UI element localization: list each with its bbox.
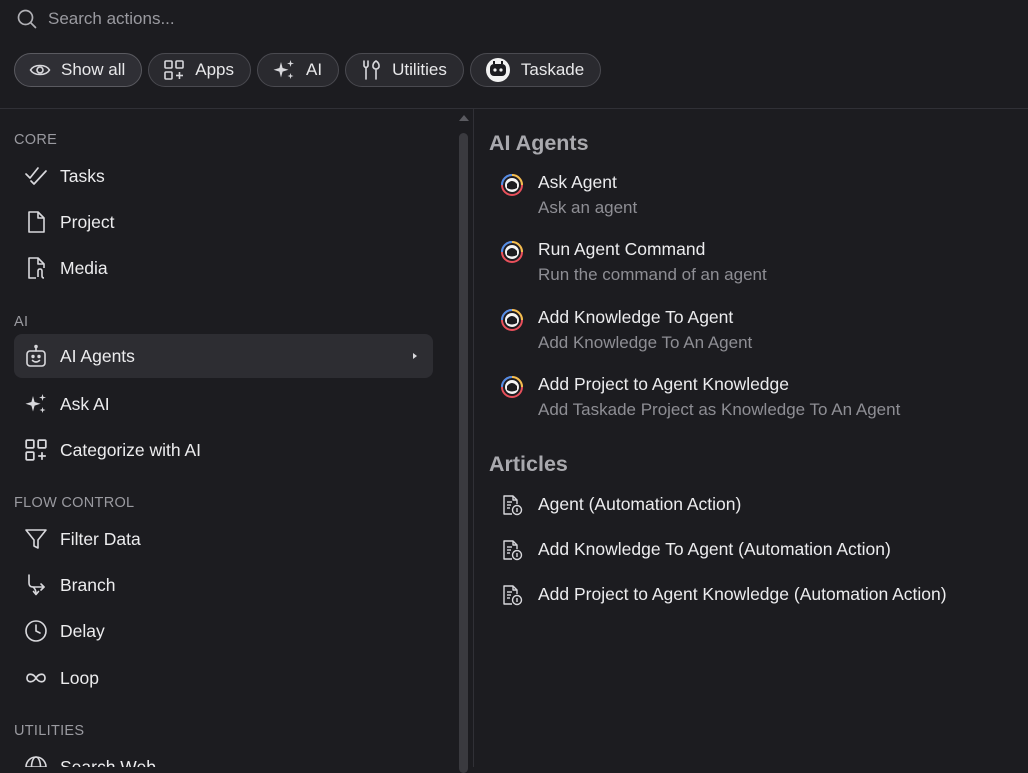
filter-chips: Show all Apps AI Utilities Taskade bbox=[14, 53, 602, 89]
section-utilities: UTILITIES bbox=[14, 723, 85, 739]
action-subtitle: Ask an agent bbox=[538, 198, 638, 217]
action-subtitle: Add Knowledge To An Agent bbox=[538, 333, 753, 352]
scroll-up-arrow-icon[interactable] bbox=[458, 113, 470, 123]
media-file-icon bbox=[24, 256, 48, 280]
sidebar-item-loop[interactable]: Loop bbox=[14, 656, 433, 700]
sidebar-item-filter-data[interactable]: Filter Data bbox=[14, 517, 433, 561]
section-ai: AI bbox=[14, 314, 29, 330]
sidebar-item-label: Categorize with AI bbox=[60, 439, 202, 460]
sidebar-item-label: Filter Data bbox=[60, 528, 141, 549]
action-title: Ask Agent bbox=[538, 172, 617, 192]
sidebar-item-media[interactable]: Media bbox=[14, 246, 433, 290]
category-sidebar: CORE Tasks Project Media AI AI Agents As… bbox=[0, 109, 458, 767]
sidebar-item-search-web[interactable]: Search Web bbox=[14, 745, 433, 767]
sidebar-item-ask-ai[interactable]: Ask AI bbox=[14, 382, 433, 426]
action-title: Run Agent Command bbox=[538, 239, 706, 259]
article-add-knowledge-automation-action[interactable]: Add Knowledge To Agent (Automation Actio… bbox=[489, 537, 1009, 567]
apps-grid-icon bbox=[24, 438, 48, 462]
agent-avatar-icon bbox=[501, 376, 523, 398]
robot-icon bbox=[24, 344, 48, 368]
article-title: Add Knowledge To Agent (Automation Actio… bbox=[538, 539, 891, 559]
article-agent-automation-action[interactable]: Agent (Automation Action) bbox=[489, 492, 1009, 522]
sidebar-item-tasks[interactable]: Tasks bbox=[14, 154, 433, 198]
sidebar-scrollbar[interactable] bbox=[457, 109, 471, 773]
chip-label: AI bbox=[306, 60, 323, 79]
tools-icon bbox=[360, 59, 382, 81]
chip-label: Utilities bbox=[392, 60, 447, 79]
section-flow-control: FLOW CONTROL bbox=[14, 495, 135, 511]
taskade-logo-icon bbox=[485, 57, 511, 83]
chip-show-all[interactable]: Show all bbox=[14, 53, 143, 87]
article-document-icon bbox=[501, 584, 523, 606]
action-ask-agent[interactable]: Ask Agent Ask an agent bbox=[489, 172, 1009, 222]
chip-taskade[interactable]: Taskade bbox=[469, 53, 602, 87]
clock-icon bbox=[24, 619, 48, 643]
search-icon bbox=[16, 8, 38, 30]
apps-grid-icon bbox=[163, 59, 185, 81]
section-core: CORE bbox=[14, 132, 58, 148]
sidebar-item-label: Tasks bbox=[60, 165, 105, 186]
action-subtitle: Add Taskade Project as Knowledge To An A… bbox=[538, 400, 901, 419]
action-run-agent-command[interactable]: Run Agent Command Run the command of an … bbox=[489, 239, 1009, 289]
action-add-knowledge-to-agent[interactable]: Add Knowledge To Agent Add Knowledge To … bbox=[489, 307, 1009, 357]
article-add-project-automation-action[interactable]: Add Project to Agent Knowledge (Automati… bbox=[489, 582, 1009, 612]
sidebar-item-label: Delay bbox=[60, 620, 105, 641]
search-bar bbox=[0, 0, 1028, 38]
sidebar-item-ai-agents[interactable]: AI Agents bbox=[14, 334, 433, 378]
sidebar-item-label: Media bbox=[60, 257, 108, 278]
sparkles-icon bbox=[24, 393, 48, 415]
action-title: Add Knowledge To Agent bbox=[538, 307, 734, 327]
group-title-ai-agents: AI Agents bbox=[489, 131, 589, 155]
sidebar-item-project[interactable]: Project bbox=[14, 200, 433, 244]
sidebar-item-categorize[interactable]: Categorize with AI bbox=[14, 428, 433, 472]
agent-avatar-icon bbox=[501, 309, 523, 331]
sidebar-item-label: Project bbox=[60, 211, 115, 232]
group-title-articles: Articles bbox=[489, 452, 568, 476]
search-input[interactable] bbox=[48, 6, 648, 32]
sidebar-item-branch[interactable]: Branch bbox=[14, 563, 433, 607]
article-document-icon bbox=[501, 539, 523, 561]
sidebar-item-delay[interactable]: Delay bbox=[14, 609, 433, 653]
chip-ai[interactable]: AI bbox=[257, 53, 340, 87]
sidebar-item-label: Ask AI bbox=[60, 393, 110, 414]
sidebar-item-label: Loop bbox=[60, 667, 99, 688]
globe-icon bbox=[24, 755, 48, 767]
action-subtitle: Run the command of an agent bbox=[538, 265, 767, 284]
action-title: Add Project to Agent Knowledge bbox=[538, 374, 790, 394]
article-title: Add Project to Agent Knowledge (Automati… bbox=[538, 584, 947, 604]
agent-avatar-icon bbox=[501, 241, 523, 263]
sidebar-item-label: AI Agents bbox=[60, 345, 135, 366]
sparkles-icon bbox=[272, 59, 296, 81]
chip-apps[interactable]: Apps bbox=[148, 53, 252, 87]
chip-label: Show all bbox=[61, 60, 126, 79]
actions-panel: AI Agents Ask Agent Ask an agent Run Age… bbox=[474, 109, 1028, 767]
agent-avatar-icon bbox=[501, 174, 523, 196]
filter-funnel-icon bbox=[24, 527, 48, 551]
document-icon bbox=[24, 210, 48, 234]
branch-icon bbox=[24, 573, 48, 597]
action-add-project-to-agent-knowledge[interactable]: Add Project to Agent Knowledge Add Taska… bbox=[489, 374, 1009, 424]
sidebar-item-label: Search Web bbox=[60, 756, 156, 768]
caret-right-icon bbox=[411, 351, 419, 361]
chip-label: Apps bbox=[195, 60, 235, 79]
infinity-icon bbox=[24, 670, 48, 686]
article-title: Agent (Automation Action) bbox=[538, 494, 742, 514]
eye-icon bbox=[29, 62, 51, 78]
sidebar-item-label: Branch bbox=[60, 574, 116, 595]
chip-utilities[interactable]: Utilities bbox=[345, 53, 464, 87]
chip-label: Taskade bbox=[520, 60, 585, 79]
scrollbar-thumb[interactable] bbox=[459, 133, 468, 773]
article-document-icon bbox=[501, 494, 523, 516]
check-icon bbox=[24, 165, 48, 187]
